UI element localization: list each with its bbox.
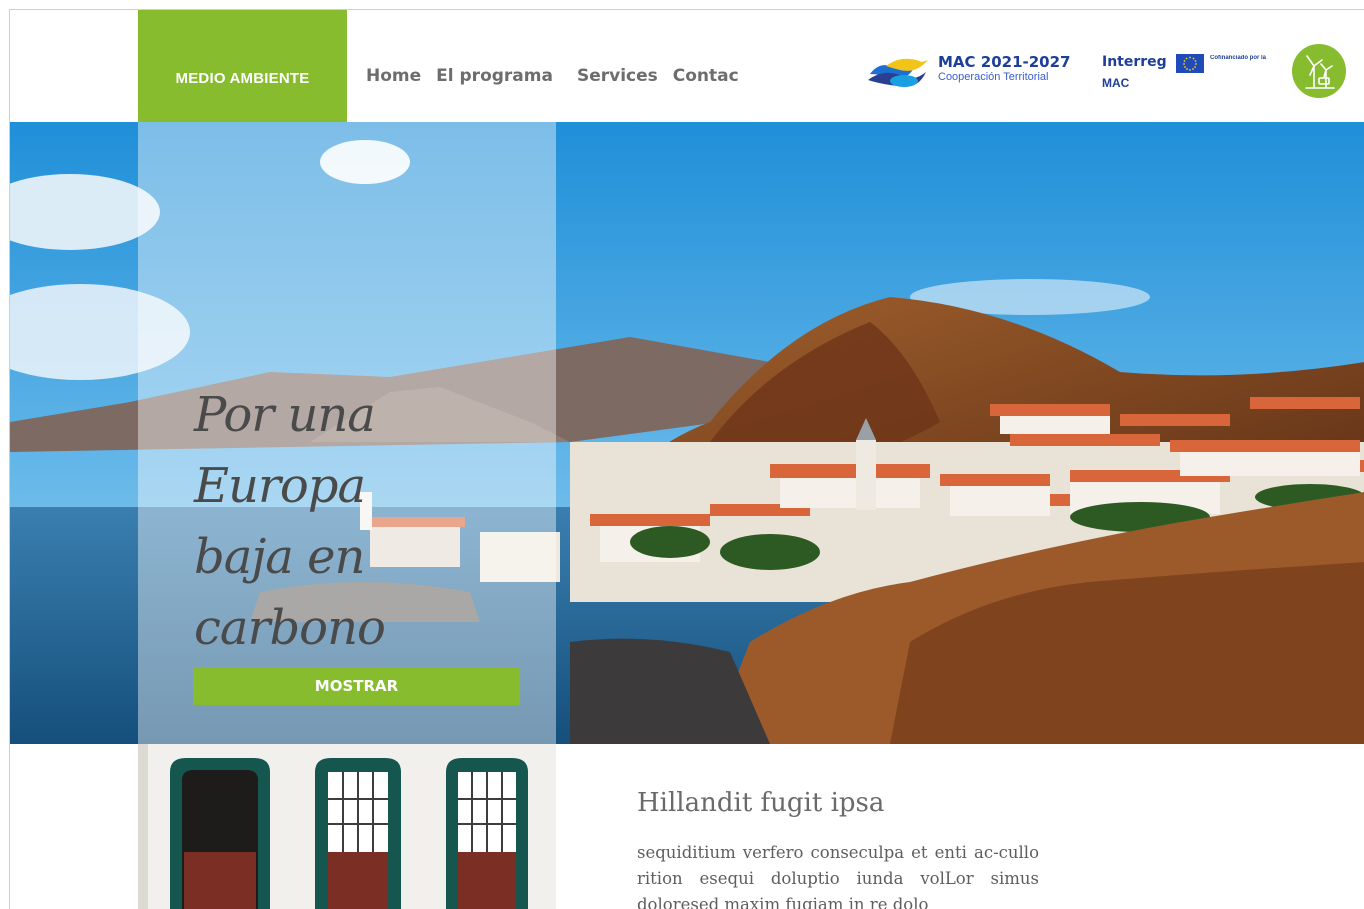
brand-medio-ambiente[interactable]: MEDIO AMBIENTE — [138, 10, 347, 122]
eu-flag-icon — [1176, 54, 1204, 73]
mac-title: MAC 2021-2027 — [938, 53, 1071, 71]
wind-turbine-icon[interactable] — [1292, 44, 1346, 98]
mac-wave-logo-icon — [868, 58, 928, 87]
doors-photo — [138, 744, 556, 909]
page-frame: MEDIO AMBIENTE Home El programa Services… — [9, 9, 1364, 909]
interreg-region: MAC — [1102, 76, 1130, 90]
nav-services[interactable]: Services — [577, 66, 658, 86]
headline-line: Europa — [194, 458, 366, 514]
nav-contac[interactable]: Contac — [673, 66, 739, 86]
main-nav: Home El programa Services Contac — [366, 66, 754, 86]
section-title: Hillandit fugit ipsa — [637, 788, 885, 818]
eu-cofinanced-text: Cofinanciado por la Unión Europea — [1210, 55, 1266, 61]
mostrar-button[interactable]: MOSTRAR — [193, 667, 520, 705]
hero-banner: Por una Europa baja en carbono MOSTRAR — [10, 122, 1364, 744]
interreg-logo: Interreg MAC Cofinanciado por la Unión E… — [1102, 54, 1272, 98]
headline-line: baja en — [194, 529, 365, 585]
interreg-wordmark: Interreg — [1102, 54, 1167, 70]
mac-logo: MAC 2021-2027 Cooperación Territorial — [866, 52, 1076, 92]
nav-el-programa[interactable]: El programa — [436, 66, 553, 86]
hero-headline: Por una Europa baja en carbono — [194, 380, 494, 664]
nav-home[interactable]: Home — [366, 66, 421, 86]
headline-line: Por una — [194, 387, 376, 443]
site-header: MEDIO AMBIENTE Home El programa Services… — [10, 10, 1364, 122]
section-body: sequiditium verfero conseculpa et enti a… — [637, 843, 1039, 909]
headline-line: carbono — [194, 600, 386, 656]
mac-subtitle: Cooperación Territorial — [938, 71, 1049, 83]
